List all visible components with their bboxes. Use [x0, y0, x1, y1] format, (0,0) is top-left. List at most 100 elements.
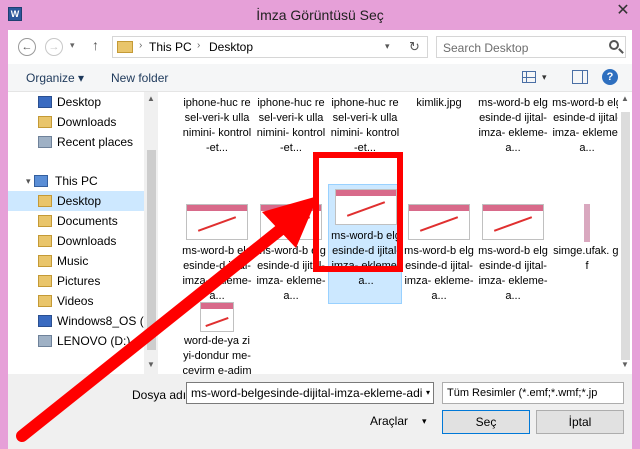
folder-icon: [38, 195, 52, 207]
address-dropdown-icon[interactable]: ▾: [385, 41, 390, 52]
file-name: iphone-huc resel-veri-k ullanimini- kont…: [330, 97, 400, 154]
file-name: ms-word-b elgesinde-d ijital-imza- eklem…: [478, 97, 548, 154]
forward-button[interactable]: →: [45, 38, 63, 56]
sidebar-item-this-pc[interactable]: ▾ This PC: [8, 171, 144, 191]
breadcrumb-this-pc[interactable]: This PC: [149, 40, 192, 54]
sidebar-item-label: Videos: [57, 294, 94, 308]
breadcrumb-separator: ›: [139, 40, 143, 51]
file-item[interactable]: ms-word-b elgesinde-d ijital-imza- eklem…: [550, 92, 624, 212]
file-item[interactable]: iphone-huc resel-veri-k ullanimini- kont…: [180, 92, 254, 212]
image-thumbnail: [482, 204, 544, 240]
file-name-dropdown-icon[interactable]: ▾: [426, 388, 430, 397]
file-item[interactable]: iphone-huc resel-veri-k ullanimini- kont…: [254, 92, 328, 212]
refresh-icon[interactable]: ↻: [409, 39, 420, 55]
dialog-client: ← → ▾ ↑ › This PC › Desktop ▾ ↻ Search D…: [8, 30, 632, 449]
file-item[interactable]: ms-word-b elgesinde-d ijital-imza- eklem…: [254, 200, 328, 320]
sidebar-item-lenovo[interactable]: LENOVO (D:): [8, 331, 144, 351]
window-title: İmza Görüntüsü Seç: [256, 7, 384, 23]
file-item[interactable]: ms-word-b elgesinde-d ijital-imza- eklem…: [476, 92, 550, 212]
sidebar-item-pictures[interactable]: Pictures: [8, 271, 144, 291]
select-button[interactable]: Seç: [442, 410, 530, 434]
sidebar-item-music[interactable]: Music: [8, 251, 144, 271]
file-name-value: ms-word-belgesinde-dijital-imza-ekleme-a…: [191, 386, 423, 400]
scroll-up-icon[interactable]: ▲: [621, 94, 629, 103]
file-name: ms-word-b elgesinde-d ijital-imza- eklem…: [478, 245, 548, 302]
scroll-up-icon[interactable]: ▲: [147, 94, 155, 103]
file-name: iphone-huc resel-veri-k ullanimini- kont…: [182, 97, 252, 154]
breadcrumb-desktop[interactable]: Desktop: [209, 40, 253, 54]
tools-dropdown-icon[interactable]: ▾: [422, 416, 427, 427]
drive-icon: [38, 315, 52, 327]
cancel-button[interactable]: İptal: [536, 410, 624, 434]
image-thumbnail: [200, 302, 234, 332]
documents-icon: [38, 215, 52, 227]
file-name: word-de-ya ziyi-dondur me-cevirm e-adim7…: [182, 335, 252, 374]
sidebar-item-windows8-os[interactable]: Windows8_OS (C: [8, 311, 152, 331]
scrollbar-thumb[interactable]: [621, 112, 630, 360]
sidebar-item-desktop[interactable]: Desktop: [8, 191, 144, 211]
file-item[interactable]: kimlik.jpg: [402, 92, 476, 212]
view-options-dropdown[interactable]: ▾: [542, 72, 547, 83]
file-name: ms-word-b elgesinde-d ijital-imza- eklem…: [331, 230, 401, 287]
up-button[interactable]: ↑: [92, 37, 99, 53]
recent-locations-dropdown[interactable]: ▾: [70, 40, 75, 51]
file-name: ms-word-b elgesinde-d ijital-imza- eklem…: [256, 245, 326, 302]
expand-arrow-icon[interactable]: ▾: [26, 171, 31, 191]
file-list: iphone-huc resel-veri-k ullanimini- kont…: [158, 92, 632, 374]
file-name-label: Dosya adı:: [132, 388, 190, 402]
scroll-down-icon[interactable]: ▼: [621, 360, 629, 369]
sidebar-item-label: Desktop: [57, 95, 102, 109]
change-view-icon[interactable]: [522, 71, 536, 83]
file-name: iphone-huc resel-veri-k ullanimini- kont…: [256, 97, 326, 154]
title-bar: W İmza Görüntüsü Seç ✕: [0, 0, 640, 30]
organize-button[interactable]: Organize ▾: [26, 71, 84, 85]
file-item[interactable]: ms-word-b elgesinde-d ijital-imza- eklem…: [476, 200, 550, 320]
close-button[interactable]: ✕: [610, 0, 636, 22]
sidebar-item-fav-downloads[interactable]: Downloads: [8, 112, 144, 132]
file-item[interactable]: word-de-ya ziyi-dondur me-cevirm e-adim7…: [180, 298, 254, 374]
preview-pane-icon[interactable]: [572, 70, 588, 84]
drive-icon: [38, 335, 52, 347]
sidebar-item-label: Desktop: [57, 194, 102, 208]
sidebar-item-documents[interactable]: Documents: [8, 211, 144, 231]
tools-menu-button[interactable]: Araçlar: [370, 414, 408, 428]
image-thumbnail: [186, 204, 248, 240]
sidebar-item-downloads[interactable]: Downloads: [8, 231, 144, 251]
search-icon[interactable]: [609, 40, 619, 50]
sidebar-scrollbar[interactable]: ▲ ▼: [144, 92, 158, 374]
pictures-icon: [38, 275, 52, 287]
sidebar-item-recent-places[interactable]: Recent places: [8, 132, 144, 152]
search-input[interactable]: Search Desktop: [443, 41, 528, 55]
folder-icon: [117, 41, 133, 53]
file-name-field[interactable]: ms-word-belgesinde-dijital-imza-ekleme-a…: [186, 382, 434, 404]
new-folder-button[interactable]: New folder: [111, 71, 168, 85]
file-item[interactable]: simge.ufak. gif: [550, 200, 624, 320]
image-thumbnail: [408, 204, 470, 240]
file-item-selected[interactable]: ms-word-b elgesinde-d ijital-imza- eklem…: [328, 184, 402, 304]
sidebar-item-videos[interactable]: Videos: [8, 291, 144, 311]
file-item[interactable]: ms-word-b elgesinde-d ijital-imza- eklem…: [402, 200, 476, 320]
downloads-icon: [38, 235, 52, 247]
command-bar: Organize ▾ New folder ▾ ?: [8, 64, 632, 92]
file-name: ms-word-b elgesinde-d ijital-imza- eklem…: [552, 97, 622, 154]
file-type-select[interactable]: Tüm Resimler (*.emf;*.wmf;*.jp: [442, 382, 624, 404]
image-thumbnail: [584, 204, 590, 242]
sidebar-item-label: Windows8_OS (C: [57, 314, 153, 328]
scrollbar-thumb[interactable]: [147, 150, 156, 350]
desktop-icon: [38, 96, 52, 108]
file-list-scrollbar[interactable]: ▲ ▼: [618, 92, 632, 374]
address-bar[interactable]: › This PC › Desktop ▾ ↻: [112, 36, 428, 58]
sidebar-item-label: Music: [57, 254, 89, 268]
computer-icon: [34, 175, 48, 187]
sidebar-item-fav-desktop[interactable]: Desktop: [8, 92, 144, 112]
sidebar-item-label: Downloads: [57, 115, 117, 129]
dialog-window: W İmza Görüntüsü Seç ✕ ← → ▾ ↑ › This PC…: [0, 0, 640, 449]
scroll-down-icon[interactable]: ▼: [147, 360, 155, 369]
dialog-footer: Dosya adı: ms-word-belgesinde-dijital-im…: [8, 374, 632, 449]
file-name: kimlik.jpg: [416, 97, 462, 109]
downloads-icon: [38, 116, 52, 128]
help-icon[interactable]: ?: [602, 69, 618, 85]
back-button[interactable]: ←: [18, 38, 36, 56]
sidebar-item-label: Documents: [57, 214, 118, 228]
search-box[interactable]: Search Desktop: [436, 36, 626, 58]
